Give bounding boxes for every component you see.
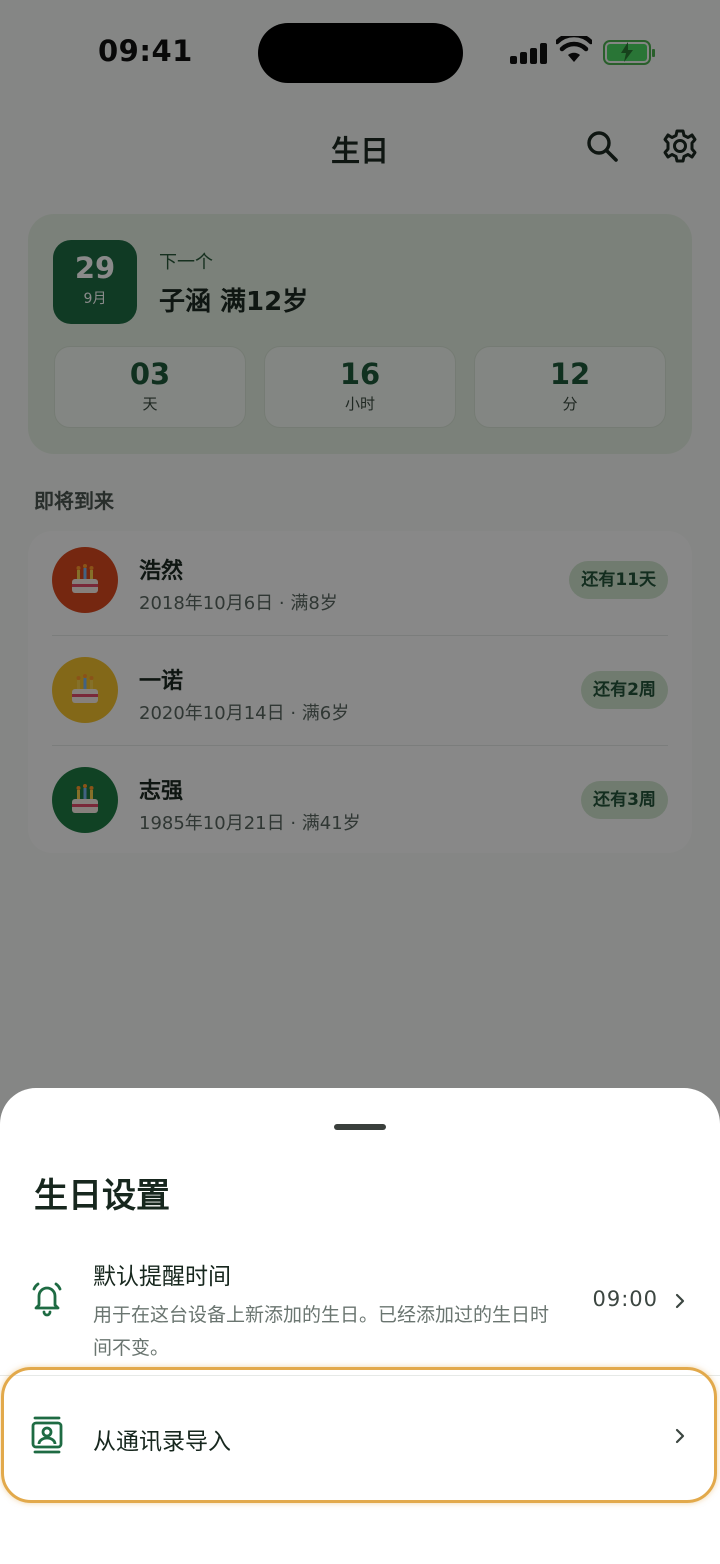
reminder-time-value: 09:00 — [592, 1287, 658, 1311]
reminder-title: 默认提醒时间 — [93, 1264, 231, 1290]
sheet-title: 生日设置 — [34, 1176, 170, 1216]
bell-icon — [32, 1282, 62, 1317]
contact-card-icon — [31, 1416, 63, 1454]
reminder-description: 用于在这台设备上新添加的生日。已经添加过的生日时间不变。 — [93, 1304, 550, 1359]
divider — [0, 1375, 720, 1376]
import-contacts-row[interactable]: 从通讯录导入 — [0, 1378, 720, 1494]
default-reminder-row[interactable]: 默认提醒时间 用于在这台设备上新添加的生日。已经添加过的生日时间不变。 09:0… — [0, 1254, 720, 1364]
settings-sheet: 生日设置 默认提醒时间 用于在这台设备上新添加的生日。已经添加过的生日时间不变。… — [0, 1088, 720, 1564]
chevron-right-icon — [675, 1428, 685, 1444]
import-title: 从通讯录导入 — [93, 1429, 231, 1455]
chevron-right-icon — [675, 1293, 685, 1309]
sheet-grabber[interactable] — [334, 1124, 386, 1130]
